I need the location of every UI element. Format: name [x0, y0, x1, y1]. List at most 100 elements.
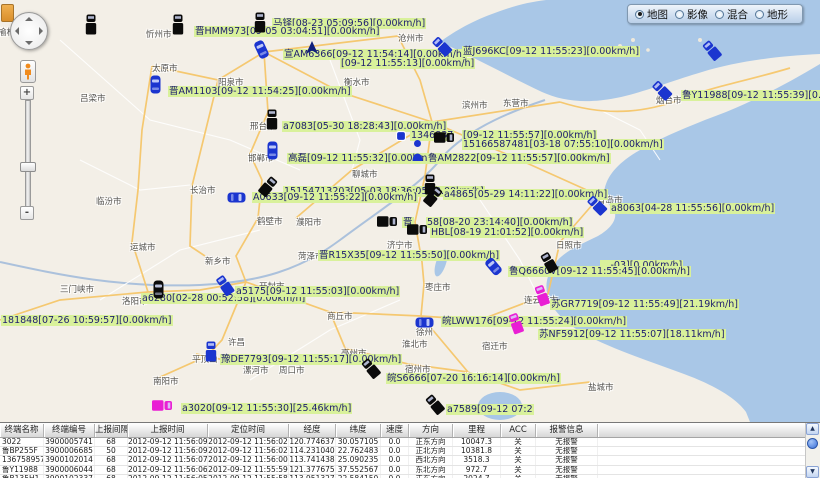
zoom-out-button[interactable]: - [20, 206, 34, 220]
vehicle-label[interactable]: 181848[07-26 10:59:57][0.00km/h] [1, 315, 173, 326]
poi-marker [1, 4, 14, 22]
vehicle-label[interactable]: a8063[04-28 11:55:56][0.00km/h] [610, 203, 775, 214]
vehicle-icon[interactable] [415, 317, 434, 328]
vehicle-icon[interactable] [254, 12, 266, 33]
column-header[interactable]: ACC [501, 424, 536, 437]
vehicle-icon[interactable] [411, 139, 424, 162]
table-row[interactable]: 136758957...3900102014682012-09-12 11:56… [0, 456, 806, 465]
vehicle-label[interactable]: 鲁Q6660V[09-12 11:55:45][0.00km/h] [508, 266, 691, 277]
vehicle-label[interactable]: 晋R15X35[09-12 11:55:50][0.00km/h] [318, 250, 500, 261]
radio-icon[interactable] [715, 10, 724, 19]
scroll-down-button[interactable]: ▼ [806, 466, 819, 478]
vehicle-label[interactable]: a4865[05-29 14:11:22][0.00km/h] [443, 189, 608, 200]
city-label: 三门峡市 [60, 283, 94, 295]
vehicle-icon[interactable] [227, 192, 246, 203]
column-header[interactable]: 里程 [453, 424, 501, 437]
map-type-option[interactable]: 地形 [755, 7, 788, 22]
vehicle-icon[interactable] [377, 216, 398, 228]
scroll-up-button[interactable]: ▲ [806, 423, 819, 435]
city-label: 宿迁市 [482, 340, 508, 352]
pegman-button[interactable] [20, 60, 36, 83]
zoom-in-button[interactable]: + [20, 86, 34, 100]
column-header[interactable]: 纬度 [336, 424, 381, 437]
vehicle-label[interactable]: HBL[08-19 21:01:52][0.00km/h] [430, 227, 584, 238]
column-header[interactable]: 速度 [381, 424, 409, 437]
table-scrollbar[interactable]: ▲ ▼ [805, 423, 820, 478]
table-row[interactable]: 鲁BP255F3900006685502012-09-12 11:56:0920… [0, 447, 806, 456]
table-cell: 113.741438 [289, 456, 336, 464]
pan-control[interactable] [10, 12, 48, 50]
vehicle-label[interactable]: A0633[09-12 11:55:22][0.00km/h] [252, 192, 418, 203]
vehicle-icon[interactable] [266, 109, 278, 130]
city-label: 鹤壁市 [257, 215, 283, 227]
table-row[interactable]: 30223900005741682012-09-12 11:56:092012-… [0, 438, 806, 447]
radio-icon[interactable] [675, 10, 684, 19]
map-type-option[interactable]: 混合 [715, 7, 748, 22]
pan-right-icon[interactable] [39, 27, 43, 35]
table-cell: 3900102014 [44, 456, 95, 464]
column-header[interactable]: 上报间隔 [95, 424, 128, 437]
vehicle-label[interactable]: 蓝J696KC[09-12 11:55:23][0.00km/h] [462, 46, 640, 57]
vehicle-label[interactable]: [09-12 11:55:13][0.00km/h] [340, 58, 475, 69]
radio-icon[interactable] [755, 10, 764, 19]
pan-down-icon[interactable] [25, 41, 33, 45]
vehicle-label[interactable]: 15166587481[03-18 07:55:10][0.00km/h] [462, 139, 664, 150]
city-label: 聊城市 [352, 168, 378, 180]
vehicle-label[interactable]: a7589[09-12 07:2 [446, 404, 534, 415]
column-header[interactable]: 上报时间 [128, 424, 208, 437]
table-cell: 0.0 [381, 438, 409, 446]
vehicle-icon[interactable] [396, 131, 406, 141]
pan-left-icon[interactable] [15, 27, 19, 35]
vehicle-label[interactable]: a5175[09-12 11:55:03][0.00km/h] [235, 286, 400, 297]
vehicle-label[interactable]: 皖LWW176[09-12 11:55:24][0.00km/h] [441, 316, 627, 327]
radio-icon[interactable] [635, 10, 644, 19]
table-cell: 50 [95, 447, 128, 455]
vehicle-label[interactable]: a3020[09-12 11:55:30][25.46km/h] [181, 403, 352, 414]
vehicle-label[interactable]: 晋HMM973[09-05 03:04:51][0.00km/h] [194, 26, 380, 37]
terminal-table[interactable]: 终端名称终端编号上报间隔上报时间定位时间经度纬度速度方向里程ACC报警信息 30… [0, 423, 806, 478]
table-cell: 3900006685 [44, 447, 95, 455]
table-cell: 2012-09-12 11:56:09 [128, 447, 208, 455]
map-type-control[interactable]: 地图 影像混合地形 [627, 4, 803, 24]
vehicle-icon[interactable] [306, 41, 318, 54]
vehicle-label[interactable]: 苏NF5912[09-12 11:55:07][18.11km/h] [538, 329, 726, 340]
vehicle-label[interactable]: 晋AM1103[09-12 11:54:25][0.00km/h] [168, 86, 352, 97]
vehicle-icon[interactable] [153, 280, 164, 299]
vehicle-icon[interactable] [85, 14, 97, 35]
table-cell-filler [598, 447, 806, 455]
vehicle-icon[interactable] [407, 224, 428, 236]
city-label: 商丘市 [327, 310, 353, 322]
map[interactable]: + - 地图影像混合地形 榆林忻州市太原市沧州市阳泉市衡水市吕梁市滨州市东营市烟… [0, 0, 820, 423]
map-type-label: 影像 [687, 7, 708, 22]
vehicle-label[interactable]: 鲁AM2822[09-12 11:55:57][0.00km/h] [427, 153, 611, 164]
column-header[interactable]: 终端名称 [0, 424, 44, 437]
city-label: 许昌 [228, 336, 245, 348]
vehicle-icon[interactable] [172, 14, 184, 35]
table-cell: 0.0 [381, 456, 409, 464]
vehicle-label[interactable]: 皖S6666[07-20 16:16:14][0.00km/h] [386, 373, 561, 384]
column-header[interactable]: 定位时间 [208, 424, 289, 437]
city-label: 濮阳市 [296, 216, 322, 228]
table-cell: 10381.8 [453, 447, 501, 455]
vehicle-icon[interactable] [150, 75, 161, 94]
table-cell: 3022 [0, 438, 44, 446]
vehicle-icon[interactable] [434, 132, 455, 144]
vehicle-label[interactable]: 苏GR7719[09-12 11:55:49][21.19km/h] [550, 299, 739, 310]
zoom-slider-handle[interactable] [20, 162, 36, 172]
scroll-thumb[interactable] [807, 438, 818, 449]
vehicle-icon[interactable] [152, 400, 173, 412]
table-row[interactable]: 鲁Y119883900006044682012-09-12 11:56:0620… [0, 466, 806, 475]
column-header[interactable]: 经度 [289, 424, 336, 437]
column-header[interactable]: 终端编号 [44, 424, 95, 437]
map-type-option[interactable]: 地图 [635, 7, 668, 22]
vehicle-icon[interactable] [267, 141, 278, 160]
column-header[interactable]: 报警信息 [536, 424, 598, 437]
table-cell: 正北方向 [409, 447, 453, 455]
column-header[interactable]: 方向 [409, 424, 453, 437]
zoom-slider-track[interactable] [25, 100, 31, 208]
column-header-filler [598, 424, 806, 437]
map-type-option[interactable]: 影像 [675, 7, 708, 22]
pan-up-icon[interactable] [25, 17, 33, 21]
vehicle-icon[interactable] [205, 341, 217, 362]
vehicle-label[interactable]: 鲁Y11988[09-12 11:55:39][0.00km/h] [681, 90, 820, 101]
